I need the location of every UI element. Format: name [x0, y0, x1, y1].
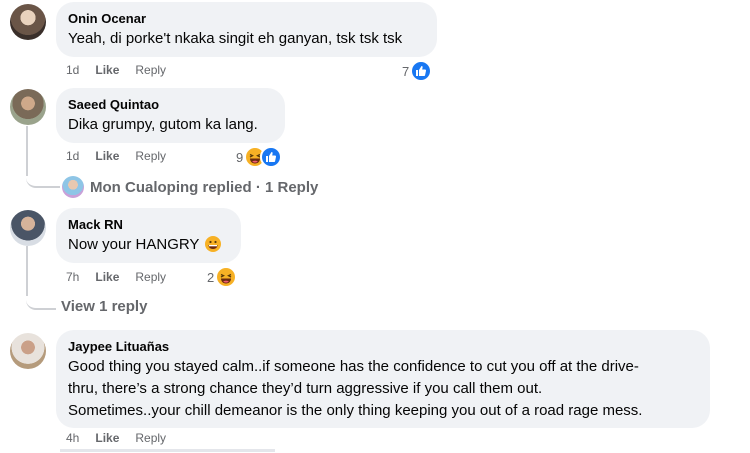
comment-text-content: Now your HANGRY [68, 236, 200, 253]
avatar[interactable] [10, 333, 46, 369]
comment-timestamp[interactable]: 7h [66, 270, 79, 284]
comment-text-line: thru, there’s a strong chance they’d tur… [68, 380, 543, 397]
like-button[interactable]: Like [95, 270, 119, 284]
comment-divider [60, 449, 275, 452]
comment-author[interactable]: Saeed Quintao [68, 96, 273, 113]
avatar[interactable] [10, 89, 46, 125]
comment-bubble: Saeed Quintao Dika grumpy, gutom ka lang… [56, 88, 285, 143]
like-icon [260, 146, 283, 168]
comment-text: Dika grumpy, gutom ka lang. [68, 116, 258, 133]
comment-timestamp[interactable]: 1d [66, 149, 79, 163]
comment-author[interactable]: Mack RN [68, 216, 229, 233]
reply-button[interactable]: Reply [135, 149, 166, 163]
reaction-count: 2 [207, 269, 215, 285]
reply-button[interactable]: Reply [135, 270, 166, 284]
comment-actions: 7h Like Reply [66, 270, 166, 284]
comment-bubble: Onin Ocenar Yeah, di porke't nkaka singi… [56, 2, 437, 57]
comment-text: Now your HANGRY [68, 234, 229, 256]
grinning-emoji-icon [205, 236, 222, 252]
comment-author[interactable]: Onin Ocenar [68, 10, 425, 27]
reaction-count: 7 [402, 63, 410, 79]
like-icon [410, 60, 433, 82]
like-button[interactable]: Like [95, 63, 119, 77]
comment-text-line: Sometimes..your chill demeanor is the on… [68, 402, 643, 419]
comment-text-line: Good thing you stayed calm..if someone h… [68, 358, 639, 375]
avatar[interactable] [10, 210, 46, 246]
reply-button[interactable]: Reply [135, 63, 166, 77]
like-button[interactable]: Like [95, 149, 119, 163]
comment-timestamp[interactable]: 4h [66, 431, 79, 445]
replies-summary-link[interactable]: Mon Cualoping replied · 1 Reply [62, 176, 318, 198]
view-replies-link[interactable]: View 1 reply [61, 298, 147, 315]
reaction-count: 9 [236, 149, 244, 165]
thread-curve [26, 286, 56, 310]
comment-actions: 4h Like Reply [66, 431, 166, 445]
thread-curve [26, 166, 60, 188]
comment-bubble: Jaypee Lituañas Good thing you stayed ca… [56, 330, 710, 428]
avatar [62, 176, 84, 198]
reply-button[interactable]: Reply [135, 431, 166, 445]
reaction-summary[interactable]: 2 [207, 266, 238, 288]
comment-actions: 1d Like Reply [66, 149, 166, 163]
avatar[interactable] [10, 4, 46, 40]
like-button[interactable]: Like [95, 431, 119, 445]
haha-icon [215, 266, 238, 288]
replies-summary-text: Mon Cualoping replied · 1 Reply [90, 178, 319, 196]
comment-actions: 1d Like Reply [66, 63, 166, 77]
comment-timestamp[interactable]: 1d [66, 63, 79, 77]
comment-text: Yeah, di porke't nkaka singit eh ganyan,… [68, 30, 403, 47]
reaction-summary[interactable]: 7 [402, 60, 433, 82]
comment-author[interactable]: Jaypee Lituañas [68, 338, 698, 355]
comment-bubble: Mack RN Now your HANGRY [56, 208, 241, 263]
reaction-summary[interactable]: 9 [236, 146, 283, 168]
